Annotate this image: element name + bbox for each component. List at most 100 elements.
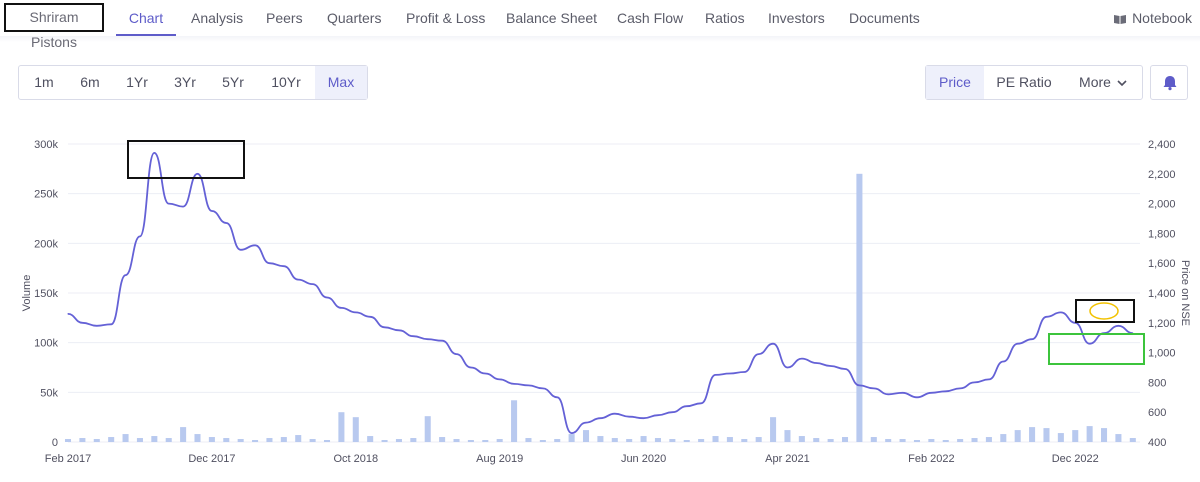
price-point	[1089, 343, 1091, 345]
range-5yr-button[interactable]: 5Yr	[209, 66, 257, 99]
price-view-button[interactable]: Price	[926, 66, 984, 99]
volume-bar	[338, 412, 345, 442]
volume-bar	[525, 438, 532, 442]
volume-bar	[122, 434, 129, 442]
volume-bar	[136, 438, 143, 442]
volume-bar	[841, 437, 849, 442]
annotation-highlight-ellipse	[1089, 302, 1119, 320]
price-point	[484, 372, 486, 375]
tab-chart[interactable]: Chart	[116, 0, 176, 36]
tab-documents[interactable]: Documents	[849, 0, 920, 34]
volume-bar	[410, 438, 417, 442]
price-point	[571, 432, 573, 434]
tab-investors[interactable]: Investors	[768, 0, 825, 34]
volume-bar	[784, 430, 791, 442]
price-point	[930, 392, 932, 394]
price-point	[901, 392, 904, 394]
range-1m-button[interactable]: 1m	[21, 66, 67, 99]
price-point	[628, 416, 630, 418]
volume-bar	[1072, 430, 1079, 442]
tab-analysis[interactable]: Analysis	[191, 0, 243, 34]
price-point	[657, 414, 659, 416]
volume-bar	[108, 437, 115, 442]
y-left-axis-title: Volume	[21, 275, 33, 312]
tab-peers[interactable]: Peers	[266, 0, 303, 34]
range-6m-button[interactable]: 6m	[67, 66, 113, 99]
y-left-tick-label: 250k	[34, 189, 58, 201]
y-right-tick-label: 2,200	[1148, 169, 1176, 181]
volume-bar	[1014, 430, 1021, 442]
price-point	[714, 374, 717, 376]
tab-quarters[interactable]: Quarters	[327, 0, 381, 34]
price-point	[470, 366, 472, 369]
volume-bar	[395, 439, 402, 442]
volume-bar	[309, 439, 316, 442]
volume-bar	[683, 440, 690, 442]
volume-bar	[813, 438, 820, 442]
volume-bar	[1000, 434, 1007, 442]
volume-bar	[323, 440, 331, 442]
range-1yr-button[interactable]: 1Yr	[113, 66, 161, 99]
y-right-tick-label: 1,000	[1148, 348, 1176, 360]
volume-bar	[913, 440, 920, 442]
x-tick-label: Apr 2021	[765, 453, 810, 465]
tab-profit-loss[interactable]: Profit & Loss	[406, 0, 485, 34]
bell-icon	[1163, 76, 1177, 91]
price-point	[513, 383, 515, 385]
volume-bar	[367, 436, 374, 442]
price-point	[786, 366, 789, 369]
range-10yr-button[interactable]: 10Yr	[259, 66, 313, 99]
price-point	[441, 340, 443, 342]
tab-ratios[interactable]: Ratios	[705, 0, 745, 34]
pe-ratio-view-button[interactable]: PE Ratio	[986, 66, 1062, 99]
price-point	[124, 274, 127, 276]
price-point	[1017, 343, 1019, 345]
price-point	[211, 210, 213, 212]
price-point	[830, 365, 832, 367]
volume-bar	[539, 440, 546, 442]
alert-button[interactable]	[1150, 65, 1188, 100]
volume-bar	[223, 438, 230, 442]
price-point	[455, 353, 458, 355]
top-navigation: Shriram Pistons Chart Analysis Peers Qua…	[0, 0, 1200, 50]
more-dropdown[interactable]: More	[1066, 66, 1140, 99]
price-point	[858, 384, 861, 386]
volume-bar	[453, 439, 460, 442]
y-right-tick-label: 600	[1148, 407, 1166, 419]
volume-bar	[151, 436, 158, 442]
price-point	[801, 357, 803, 360]
volume-bar	[712, 436, 719, 442]
price-point	[168, 203, 170, 205]
y-right-tick-label: 1,800	[1148, 228, 1176, 240]
volume-bar	[654, 438, 661, 442]
x-tick-label: Dec 2017	[188, 453, 235, 465]
volume-bar	[1043, 428, 1050, 442]
volume-bar	[885, 439, 892, 442]
price-point	[700, 402, 702, 404]
volume-bar	[1101, 428, 1108, 442]
price-point	[973, 381, 976, 383]
price-point	[556, 396, 558, 398]
range-3yr-button[interactable]: 3Yr	[161, 66, 209, 99]
volume-bar	[928, 439, 935, 442]
tab-balance-sheet[interactable]: Balance Sheet	[506, 0, 597, 34]
notebook-button[interactable]: Notebook	[1114, 0, 1192, 36]
range-max-button[interactable]: Max	[315, 66, 367, 99]
price-point	[283, 265, 285, 267]
company-name-tab[interactable]: Shriram Pistons	[4, 3, 104, 50]
price-point	[383, 326, 386, 328]
price-point	[268, 262, 271, 264]
price-point	[340, 307, 342, 309]
volume-bar	[252, 440, 259, 442]
tab-cash-flow[interactable]: Cash Flow	[617, 0, 683, 34]
volume-bar	[957, 439, 964, 442]
x-tick-label: Oct 2018	[333, 453, 378, 465]
price-point	[139, 235, 141, 237]
volume-bar	[165, 438, 172, 442]
price-point	[182, 205, 184, 208]
volume-bar	[1057, 433, 1064, 442]
price-point	[959, 387, 961, 389]
volume-bar	[295, 435, 302, 442]
time-range-selector: 1m 6m 1Yr 3Yr 5Yr 10Yr Max	[18, 65, 368, 100]
volume-bar	[582, 430, 590, 442]
